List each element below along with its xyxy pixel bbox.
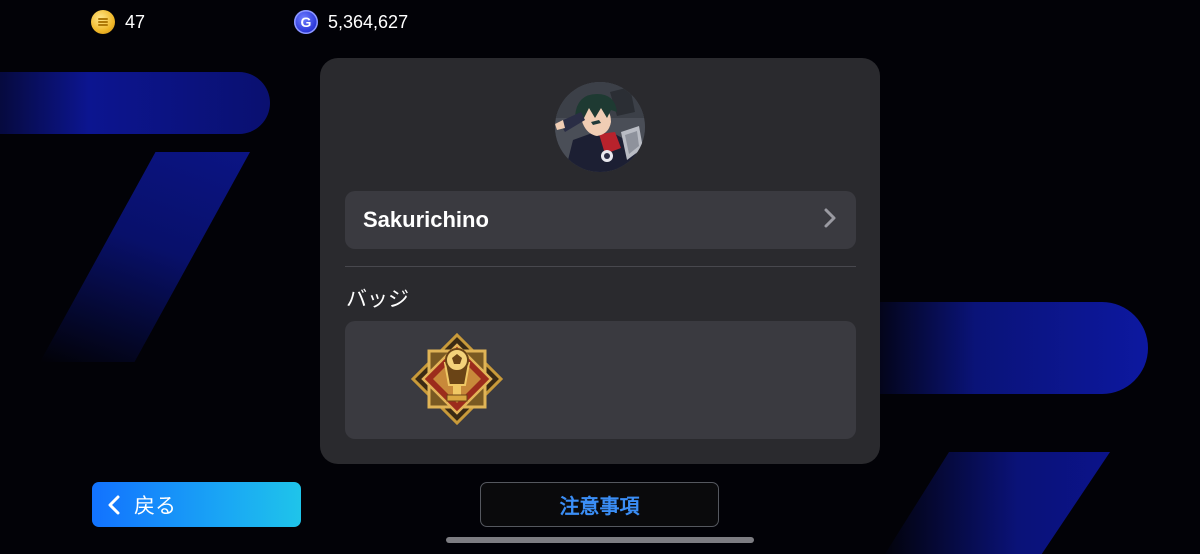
notes-button-label: 注意事項 (559, 494, 640, 518)
profile-panel: Sakurichino バッジ (320, 58, 880, 464)
g-currency-icon: G (294, 10, 318, 34)
background-slash (880, 452, 1110, 554)
coin-value: 47 (125, 11, 146, 32)
home-indicator[interactable] (446, 537, 754, 543)
g-currency-value: 5,364,627 (328, 11, 409, 32)
chevron-left-icon (108, 495, 120, 514)
divider (345, 266, 856, 267)
back-button-label: 戻る (134, 493, 176, 518)
player-name: Sakurichino (363, 207, 489, 232)
chevron-right-icon (822, 207, 838, 233)
coin-counter: 47 (91, 10, 145, 34)
coin-icon (91, 10, 115, 34)
notes-button[interactable]: 注意事項 (480, 482, 719, 527)
back-button[interactable]: 戻る (92, 482, 301, 527)
player-name-row[interactable]: Sakurichino (345, 191, 856, 249)
avatar[interactable] (555, 82, 645, 172)
badge-list (345, 321, 856, 439)
g-currency-counter: G 5,364,627 (294, 10, 408, 34)
background-stripe (860, 302, 1148, 394)
badge-section-label: バッジ (346, 287, 409, 311)
background-slash (40, 152, 250, 362)
trophy-badge-icon[interactable] (410, 332, 504, 426)
screen: 47 G 5,364,627 Sakurichino バッジ 戻る 注意事項 (0, 0, 1200, 554)
background-stripe (0, 72, 270, 134)
